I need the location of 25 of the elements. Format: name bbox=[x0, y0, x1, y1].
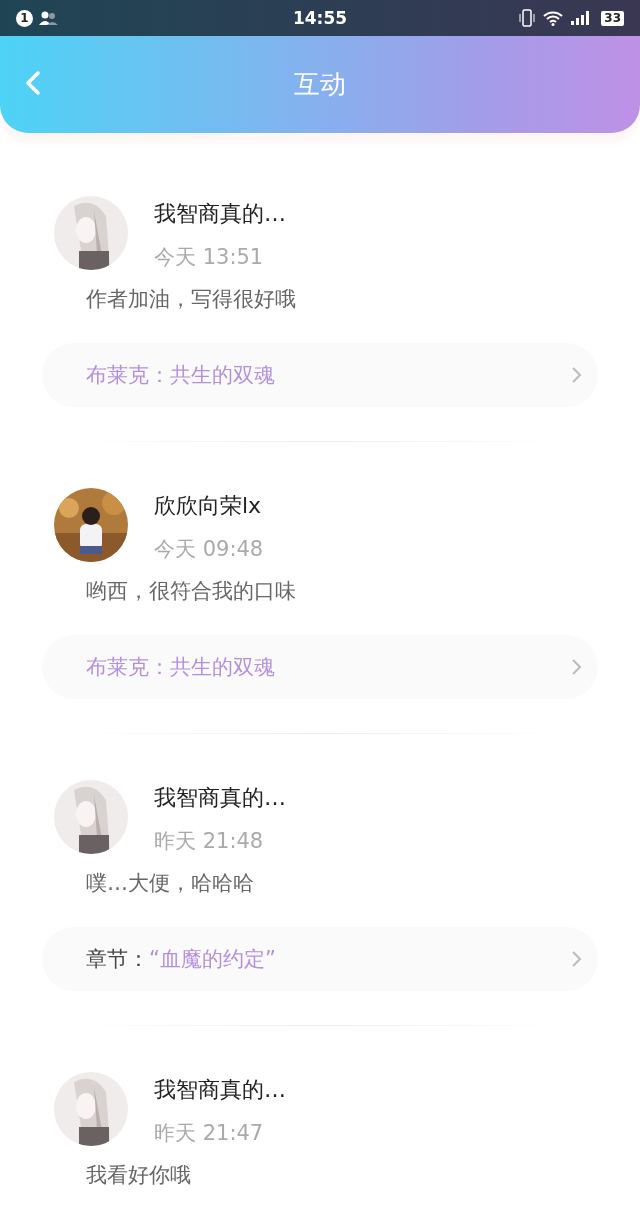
chevron-right-icon bbox=[570, 950, 582, 968]
book-link[interactable]: 布莱克：共生的双魂 bbox=[42, 343, 598, 407]
clock-time: 14:55 bbox=[292, 8, 348, 28]
chevron-right-icon bbox=[570, 366, 582, 384]
contacts-icon bbox=[39, 11, 59, 25]
chevron-right-icon bbox=[570, 658, 582, 676]
vibrate-icon bbox=[519, 9, 536, 27]
user-name: 我智商真的… bbox=[154, 784, 286, 812]
comment-text: 噗…大便，哈哈哈 bbox=[86, 870, 255, 897]
user-name: 我智商真的… bbox=[154, 200, 286, 228]
user-name: 我智商真的… bbox=[154, 1076, 286, 1104]
comment-text: 作者加油，写得很好哦 bbox=[86, 286, 297, 313]
comment-time: 今天 13:51 bbox=[154, 244, 265, 271]
wifi-icon bbox=[543, 10, 564, 26]
book-link[interactable]: 章节：“血魔的约定” bbox=[42, 927, 598, 991]
comment-time: 昨天 21:48 bbox=[154, 828, 265, 855]
comment-time: 今天 09:48 bbox=[154, 536, 264, 563]
battery-level: 33 bbox=[601, 10, 624, 26]
comment-text: 我看好你哦 bbox=[86, 1162, 192, 1189]
user-name: 欣欣向荣lx bbox=[154, 492, 263, 520]
page-title: 互动 bbox=[294, 68, 346, 101]
comment-text: 哟西，很符合我的口味 bbox=[86, 578, 297, 605]
book-link[interactable]: 布莱克：共生的双魂 bbox=[42, 635, 598, 699]
comment-time: 昨天 21:47 bbox=[154, 1120, 265, 1147]
notification-badge: 1 bbox=[16, 9, 33, 27]
